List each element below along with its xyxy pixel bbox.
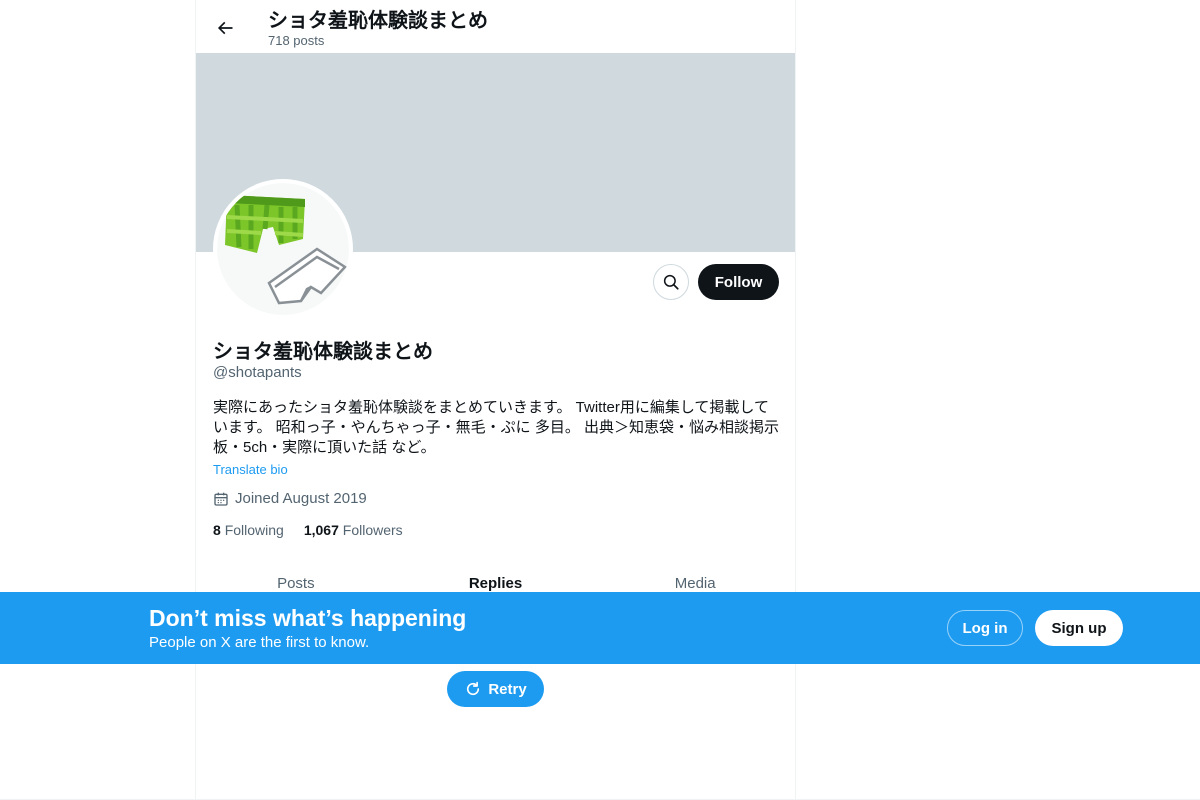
header-title: ショタ羞恥体験談まとめ [268, 10, 488, 32]
following-count: 8 [213, 522, 221, 538]
avatar[interactable] [213, 179, 353, 319]
signup-button[interactable]: Sign up [1035, 610, 1123, 646]
boxer-shorts-illustration [225, 195, 305, 253]
arrow-left-icon [217, 21, 233, 35]
search-profile-button[interactable] [653, 264, 689, 300]
signup-prompt-bar: Don’t miss what’s happening People on X … [0, 592, 1200, 664]
follow-button[interactable]: Follow [698, 264, 779, 300]
joined-date: Joined August 2019 [213, 490, 367, 507]
followers-label: Followers [342, 522, 403, 538]
retry-button[interactable]: Retry [447, 671, 544, 707]
profile-handle: @shotapants [213, 364, 302, 381]
promo-title: Don’t miss what’s happening [149, 605, 467, 631]
search-icon [663, 274, 679, 290]
refresh-icon [467, 681, 480, 696]
joined-text: Joined August 2019 [235, 490, 367, 507]
retry-label: Retry [488, 680, 527, 698]
login-button[interactable]: Log in [947, 610, 1023, 646]
following-label: Following [224, 522, 284, 538]
translate-bio-link[interactable]: Translate bio [213, 462, 288, 477]
avatar-image [217, 183, 349, 315]
followers-count: 1,067 [303, 522, 339, 538]
post-count: 718 posts [268, 33, 325, 48]
profile-column: ショタ羞恥体験談まとめ 718 posts Follow ショタ羞恥体験談まとめ… [195, 0, 796, 799]
profile-header: ショタ羞恥体験談まとめ 718 posts [196, 0, 795, 53]
follow-counts: 8 Following 1,067 Followers [213, 522, 403, 538]
back-button[interactable] [208, 11, 242, 45]
promo-subtitle: People on X are the first to know. [149, 634, 370, 651]
calendar-icon [214, 492, 228, 506]
briefs-illustration [267, 247, 347, 305]
profile-name: ショタ羞恥体験談まとめ [213, 341, 433, 363]
following-link[interactable]: 8 Following [213, 522, 284, 538]
followers-link[interactable]: 1,067 Followers [304, 522, 403, 538]
profile-bio: 実際にあったショタ羞恥体験談をまとめていきます。 Twitter用に編集して掲載… [213, 399, 780, 456]
